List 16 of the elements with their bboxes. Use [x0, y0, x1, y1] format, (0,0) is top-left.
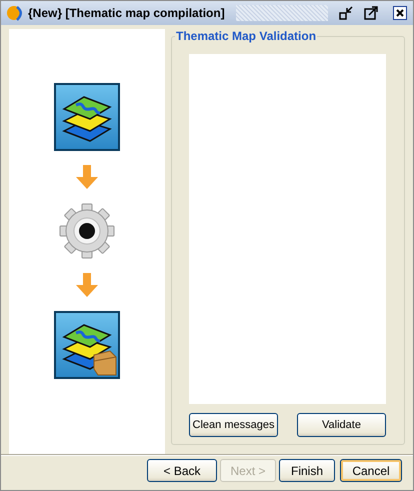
close-icon[interactable] — [393, 6, 407, 20]
action-button[interactable]: Validate — [297, 413, 386, 437]
map-package-icon — [54, 311, 120, 379]
map-layers-icon — [54, 83, 120, 151]
maximize-icon[interactable] — [364, 6, 378, 20]
action-button[interactable]: Clean messages — [189, 413, 278, 437]
wizard-button[interactable]: Finish — [279, 459, 335, 482]
wizard-button[interactable]: < Back — [147, 459, 217, 482]
wizard-button[interactable]: Cancel — [340, 459, 402, 482]
minimize-icon[interactable] — [339, 6, 353, 20]
window-title: {New} [Thematic map compilation] — [28, 6, 225, 20]
down-arrow-icon — [76, 165, 98, 189]
app-logo-icon — [7, 5, 23, 21]
down-arrow-icon — [76, 273, 98, 297]
group-title: Thematic Map Validation — [175, 29, 318, 43]
gear-icon — [59, 203, 115, 259]
